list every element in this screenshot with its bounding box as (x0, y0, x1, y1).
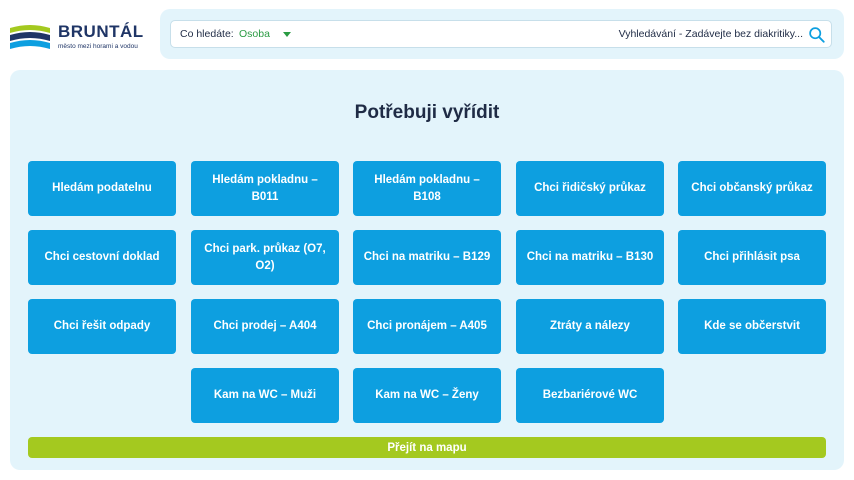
category-label: Co hledáte: (180, 28, 234, 40)
tile-pronajem-a405[interactable]: Chci pronájem – A405 (353, 299, 501, 354)
tile-bezbarierove-wc[interactable]: Bezbariérové WC (516, 368, 664, 423)
tile-cestovni-doklad[interactable]: Chci cestovní doklad (28, 230, 176, 285)
tile-matrika-b129[interactable]: Chci na matriku – B129 (353, 230, 501, 285)
tile-hledam-podatelnu[interactable]: Hledám podatelnu (28, 161, 176, 216)
chevron-down-icon[interactable] (283, 32, 291, 37)
search-input[interactable] (471, 24, 805, 44)
tile-obcansky-prukaz[interactable]: Chci občanský průkaz (678, 161, 826, 216)
page-title: Potřebuji vyřídit (354, 102, 500, 123)
search-icon[interactable] (808, 26, 825, 43)
tile-prodej-a404[interactable]: Chci prodej – A404 (191, 299, 339, 354)
main-panel: Potřebuji vyřídit Hledám podatelnu Hledá… (10, 70, 844, 470)
tile-ztraty-a-nalezy[interactable]: Ztráty a nálezy (516, 299, 664, 354)
tile-wc-zeny[interactable]: Kam na WC – Ženy (353, 368, 501, 423)
logo-name: BRUNTÁL (58, 22, 144, 41)
tile-obcerstveni[interactable]: Kde se občerstvit (678, 299, 826, 354)
search-box: Co hledáte: Osoba (170, 20, 832, 48)
tile-wc-muzi[interactable]: Kam na WC – Muži (191, 368, 339, 423)
tile-ridicsky-prukaz[interactable]: Chci řidičský průkaz (516, 161, 664, 216)
logo[interactable]: BRUNTÁL město mezi horami a vodou (10, 22, 150, 52)
tile-hledam-pokladnu-b011[interactable]: Hledám pokladnu – B011 (191, 161, 339, 216)
search-panel: Co hledáte: Osoba (160, 9, 844, 59)
tile-matrika-b130[interactable]: Chci na matriku – B130 (516, 230, 664, 285)
tile-resit-odpady[interactable]: Chci řešit odpady (28, 299, 176, 354)
go-to-map-button[interactable]: Přejít na mapu (28, 437, 826, 458)
tile-hledam-pokladnu-b108[interactable]: Hledám pokladnu – B108 (353, 161, 501, 216)
tile-prihlasit-psa[interactable]: Chci přihlásit psa (678, 230, 826, 285)
tile-park-prukaz[interactable]: Chci park. průkaz (O7, O2) (191, 230, 339, 285)
logo-tagline: město mezi horami a vodou (58, 43, 138, 50)
logo-mark-icon (10, 25, 50, 49)
category-select[interactable]: Osoba (239, 28, 270, 40)
